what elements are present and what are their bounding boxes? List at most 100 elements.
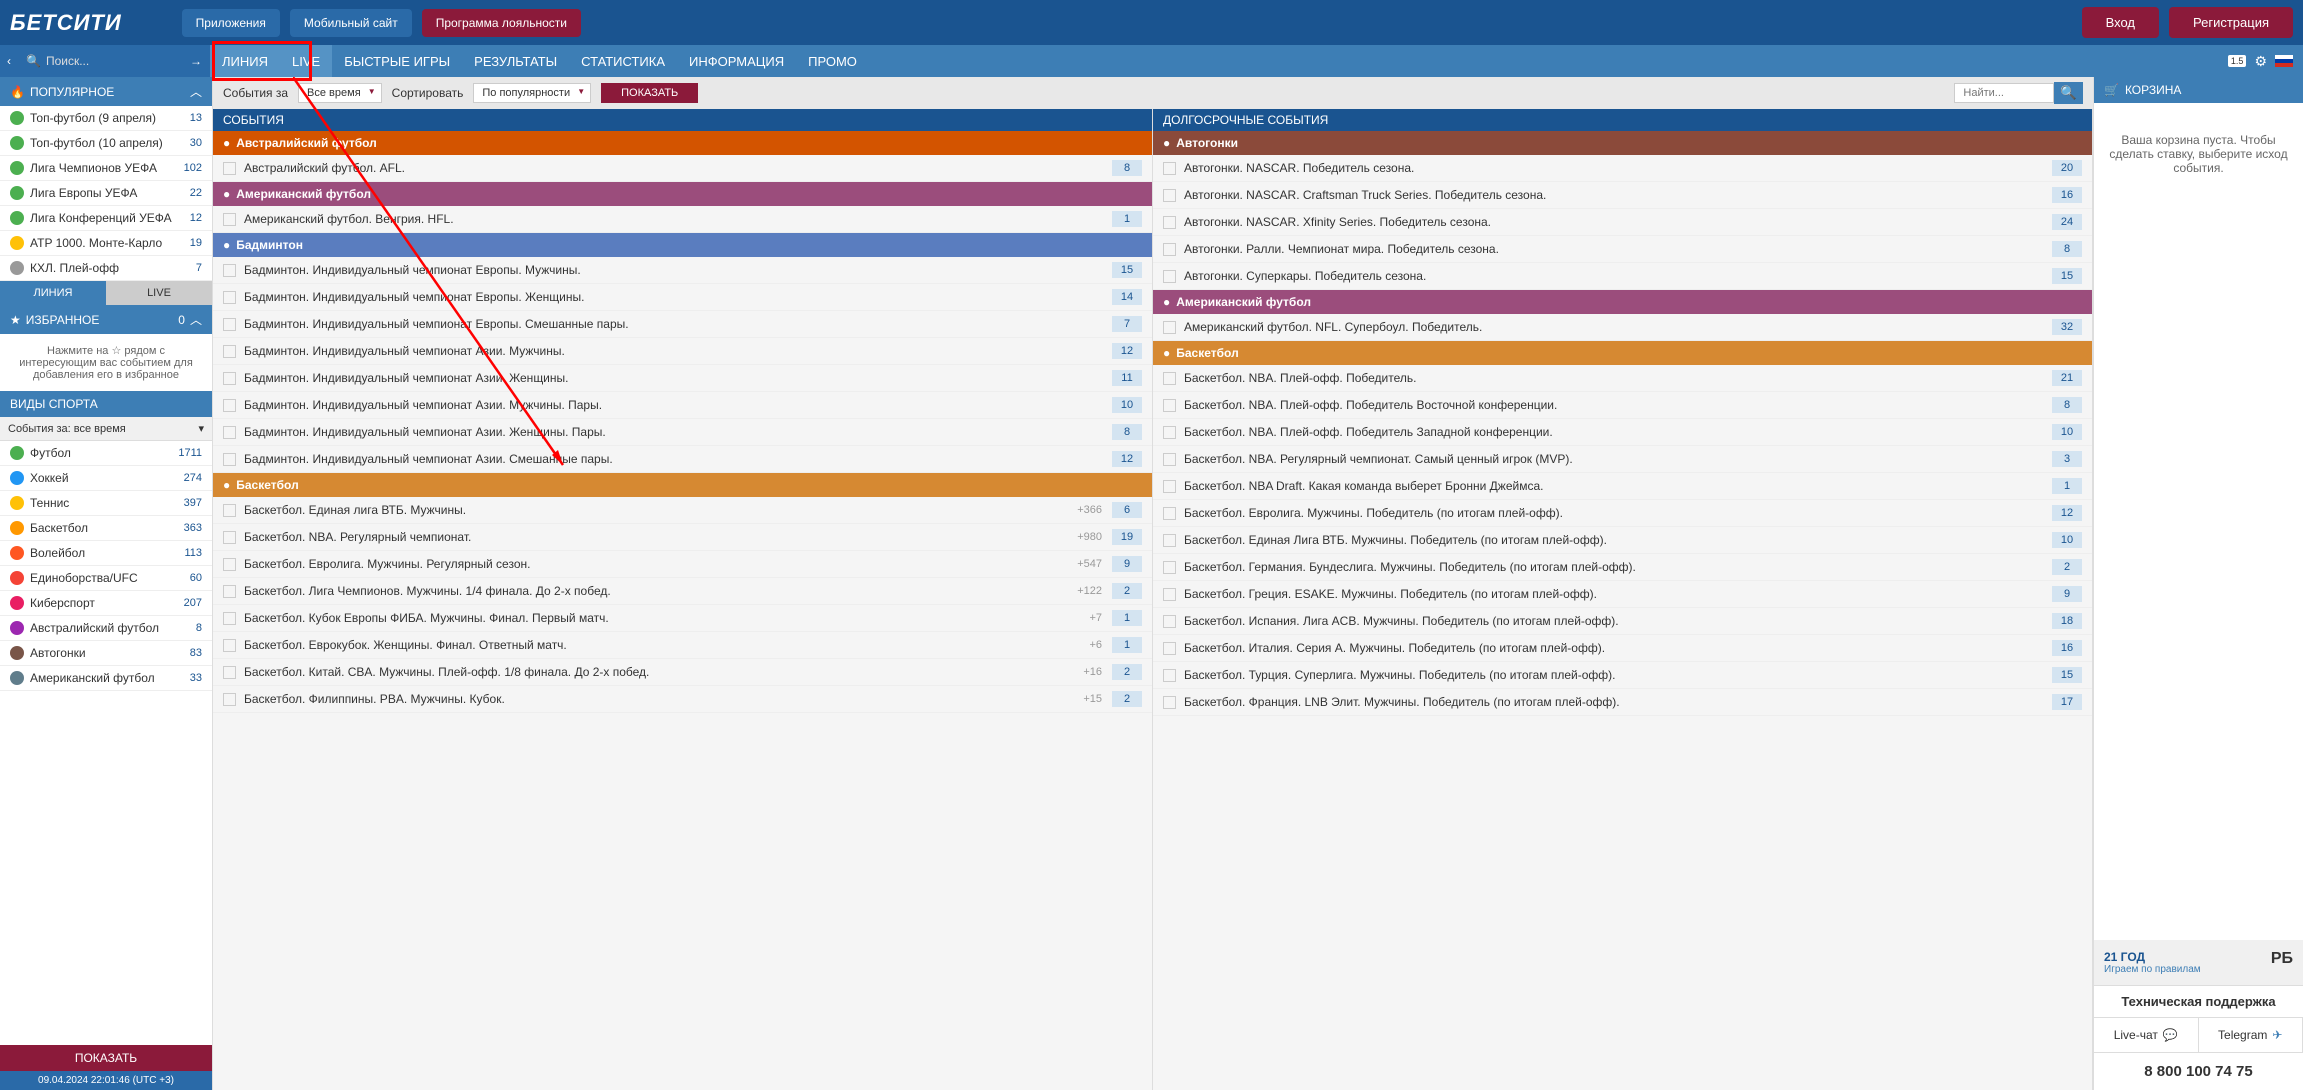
search-input[interactable] — [46, 54, 176, 68]
event-checkbox[interactable] — [1163, 243, 1176, 256]
tab-results[interactable]: РЕЗУЛЬТАТЫ — [462, 45, 569, 77]
event-checkbox[interactable] — [223, 291, 236, 304]
tab-line[interactable]: ЛИНИЯ — [210, 45, 280, 77]
event-checkbox[interactable] — [1163, 453, 1176, 466]
event-row[interactable]: Баскетбол. NBA. Плей-офф. Победитель.21 — [1153, 365, 2092, 392]
popular-item[interactable]: КХЛ. Плей-офф7 — [0, 256, 212, 281]
popular-item[interactable]: ATP 1000. Монте-Карло19 — [0, 231, 212, 256]
event-row[interactable]: Баскетбол. Франция. LNB Элит. Мужчины. П… — [1153, 689, 2092, 716]
event-row[interactable]: Баскетбол. NBA Draft. Какая команда выбе… — [1153, 473, 2092, 500]
event-row[interactable]: Бадминтон. Индивидуальный чемпионат Азии… — [213, 338, 1152, 365]
event-checkbox[interactable] — [223, 585, 236, 598]
promo-box[interactable]: РБ 21 ГОД Играем по правилам — [2094, 940, 2303, 985]
sport-item[interactable]: Теннис397 — [0, 491, 212, 516]
event-row[interactable]: Баскетбол. NBA. Регулярный чемпионат. Са… — [1153, 446, 2092, 473]
event-checkbox[interactable] — [223, 531, 236, 544]
event-row[interactable]: Баскетбол. Китай. CBA. Мужчины. Плей-офф… — [213, 659, 1152, 686]
event-row[interactable]: Баскетбол. Единая Лига ВТБ. Мужчины. Поб… — [1153, 527, 2092, 554]
event-checkbox[interactable] — [1163, 399, 1176, 412]
popular-item[interactable]: Лига Чемпионов УЕФА102 — [0, 156, 212, 181]
event-row[interactable]: Баскетбол. Филиппины. PBA. Мужчины. Кубо… — [213, 686, 1152, 713]
event-checkbox[interactable] — [223, 213, 236, 226]
event-row[interactable]: Бадминтон. Индивидуальный чемпионат Азии… — [213, 392, 1152, 419]
tab2-line[interactable]: ЛИНИЯ — [0, 281, 106, 305]
event-checkbox[interactable] — [223, 693, 236, 706]
event-checkbox[interactable] — [1163, 480, 1176, 493]
telegram-button[interactable]: Telegram ✈ — [2199, 1018, 2303, 1052]
event-row[interactable]: Баскетбол. Греция. ESAKE. Мужчины. Побед… — [1153, 581, 2092, 608]
filter-sort-select[interactable]: По популярности — [473, 83, 591, 103]
sport-band-header[interactable]: ●Австралийский футбол — [213, 131, 1152, 155]
event-checkbox[interactable] — [1163, 696, 1176, 709]
find-button[interactable]: 🔍 — [2054, 82, 2083, 104]
search-box[interactable]: 🔍 → — [18, 45, 210, 77]
event-row[interactable]: Американский футбол. NFL. Супербоул. Поб… — [1153, 314, 2092, 341]
sport-item[interactable]: Хоккей274 — [0, 466, 212, 491]
login-button[interactable]: Вход — [2082, 7, 2159, 38]
sport-band-header[interactable]: ●Баскетбол — [1153, 341, 2092, 365]
popular-item[interactable]: Лига Конференций УЕФА12 — [0, 206, 212, 231]
sport-band-header[interactable]: ●Баскетбол — [213, 473, 1152, 497]
event-row[interactable]: Баскетбол. Лига Чемпионов. Мужчины. 1/4 … — [213, 578, 1152, 605]
event-row[interactable]: Бадминтон. Индивидуальный чемпионат Азии… — [213, 365, 1152, 392]
event-row[interactable]: Бадминтон. Индивидуальный чемпионат Евро… — [213, 311, 1152, 338]
sport-band-header[interactable]: ●Бадминтон — [213, 233, 1152, 257]
sport-item[interactable]: Футбол1711 — [0, 441, 212, 466]
event-checkbox[interactable] — [223, 162, 236, 175]
event-row[interactable]: Автогонки. Суперкары. Победитель сезона.… — [1153, 263, 2092, 290]
mobile-link[interactable]: Мобильный сайт — [290, 9, 412, 37]
event-row[interactable]: Баскетбол. Испания. Лига ACB. Мужчины. П… — [1153, 608, 2092, 635]
event-row[interactable]: Баскетбол. Евролига. Мужчины. Регулярный… — [213, 551, 1152, 578]
event-checkbox[interactable] — [1163, 561, 1176, 574]
sport-band-header[interactable]: ●Американский футбол — [213, 182, 1152, 206]
popular-header[interactable]: 🔥 ПОПУЛЯРНОЕ ︿ — [0, 77, 212, 106]
register-button[interactable]: Регистрация — [2169, 7, 2293, 38]
event-checkbox[interactable] — [1163, 642, 1176, 655]
sports-time-dropdown[interactable]: События за: все время ▾ — [0, 417, 212, 441]
tab2-live[interactable]: LIVE — [106, 281, 212, 305]
live-chat-button[interactable]: Live-чат 💬 — [2094, 1018, 2199, 1052]
sport-item[interactable]: Американский футбол33 — [0, 666, 212, 691]
event-checkbox[interactable] — [223, 318, 236, 331]
event-row[interactable]: Бадминтон. Индивидуальный чемпионат Азии… — [213, 446, 1152, 473]
tab-live[interactable]: LIVE — [280, 45, 332, 77]
event-row[interactable]: Баскетбол. NBA. Плей-офф. Победитель Зап… — [1153, 419, 2092, 446]
event-row[interactable]: Баскетбол. Германия. Бундеслига. Мужчины… — [1153, 554, 2092, 581]
event-checkbox[interactable] — [1163, 189, 1176, 202]
event-checkbox[interactable] — [1163, 669, 1176, 682]
sport-item[interactable]: Единоборства/UFC60 — [0, 566, 212, 591]
sport-item[interactable]: Австралийский футбол8 — [0, 616, 212, 641]
sport-item[interactable]: Автогонки83 — [0, 641, 212, 666]
event-checkbox[interactable] — [1163, 588, 1176, 601]
tab-fast-games[interactable]: БЫСТРЫЕ ИГРЫ — [332, 45, 462, 77]
event-row[interactable]: Баскетбол. Единая лига ВТБ. Мужчины.+366… — [213, 497, 1152, 524]
event-checkbox[interactable] — [1163, 321, 1176, 334]
favorites-header[interactable]: ★ ИЗБРАННОЕ 0 ︿ — [0, 305, 212, 334]
popular-item[interactable]: Топ-футбол (9 апреля)13 — [0, 106, 212, 131]
event-checkbox[interactable] — [1163, 534, 1176, 547]
search-go-icon[interactable]: → — [190, 54, 202, 68]
event-checkbox[interactable] — [223, 399, 236, 412]
event-row[interactable]: Бадминтон. Индивидуальный чемпионат Евро… — [213, 257, 1152, 284]
event-row[interactable]: Баскетбол. Евролига. Мужчины. Победитель… — [1153, 500, 2092, 527]
event-row[interactable]: Баскетбол. NBA. Плей-офф. Победитель Вос… — [1153, 392, 2092, 419]
settings-icon[interactable]: ⚙ — [2254, 53, 2267, 70]
event-checkbox[interactable] — [1163, 270, 1176, 283]
event-checkbox[interactable] — [223, 426, 236, 439]
event-checkbox[interactable] — [223, 372, 236, 385]
event-row[interactable]: Автогонки. NASCAR. Xfinity Series. Побед… — [1153, 209, 2092, 236]
popular-item[interactable]: Лига Европы УЕФА22 — [0, 181, 212, 206]
event-checkbox[interactable] — [223, 504, 236, 517]
event-checkbox[interactable] — [223, 345, 236, 358]
event-checkbox[interactable] — [1163, 615, 1176, 628]
tab-stats[interactable]: СТАТИСТИКА — [569, 45, 677, 77]
sport-band-header[interactable]: ●Американский футбол — [1153, 290, 2092, 314]
event-checkbox[interactable] — [1163, 216, 1176, 229]
event-row[interactable]: Автогонки. Ралли. Чемпионат мира. Победи… — [1153, 236, 2092, 263]
filter-time-select[interactable]: Все время — [298, 83, 382, 103]
event-checkbox[interactable] — [223, 612, 236, 625]
loyalty-link[interactable]: Программа лояльности — [422, 9, 581, 37]
sport-item[interactable]: Баскетбол363 — [0, 516, 212, 541]
event-row[interactable]: Баскетбол. Кубок Европы ФИБА. Мужчины. Ф… — [213, 605, 1152, 632]
event-row[interactable]: Баскетбол. Еврокубок. Женщины. Финал. От… — [213, 632, 1152, 659]
